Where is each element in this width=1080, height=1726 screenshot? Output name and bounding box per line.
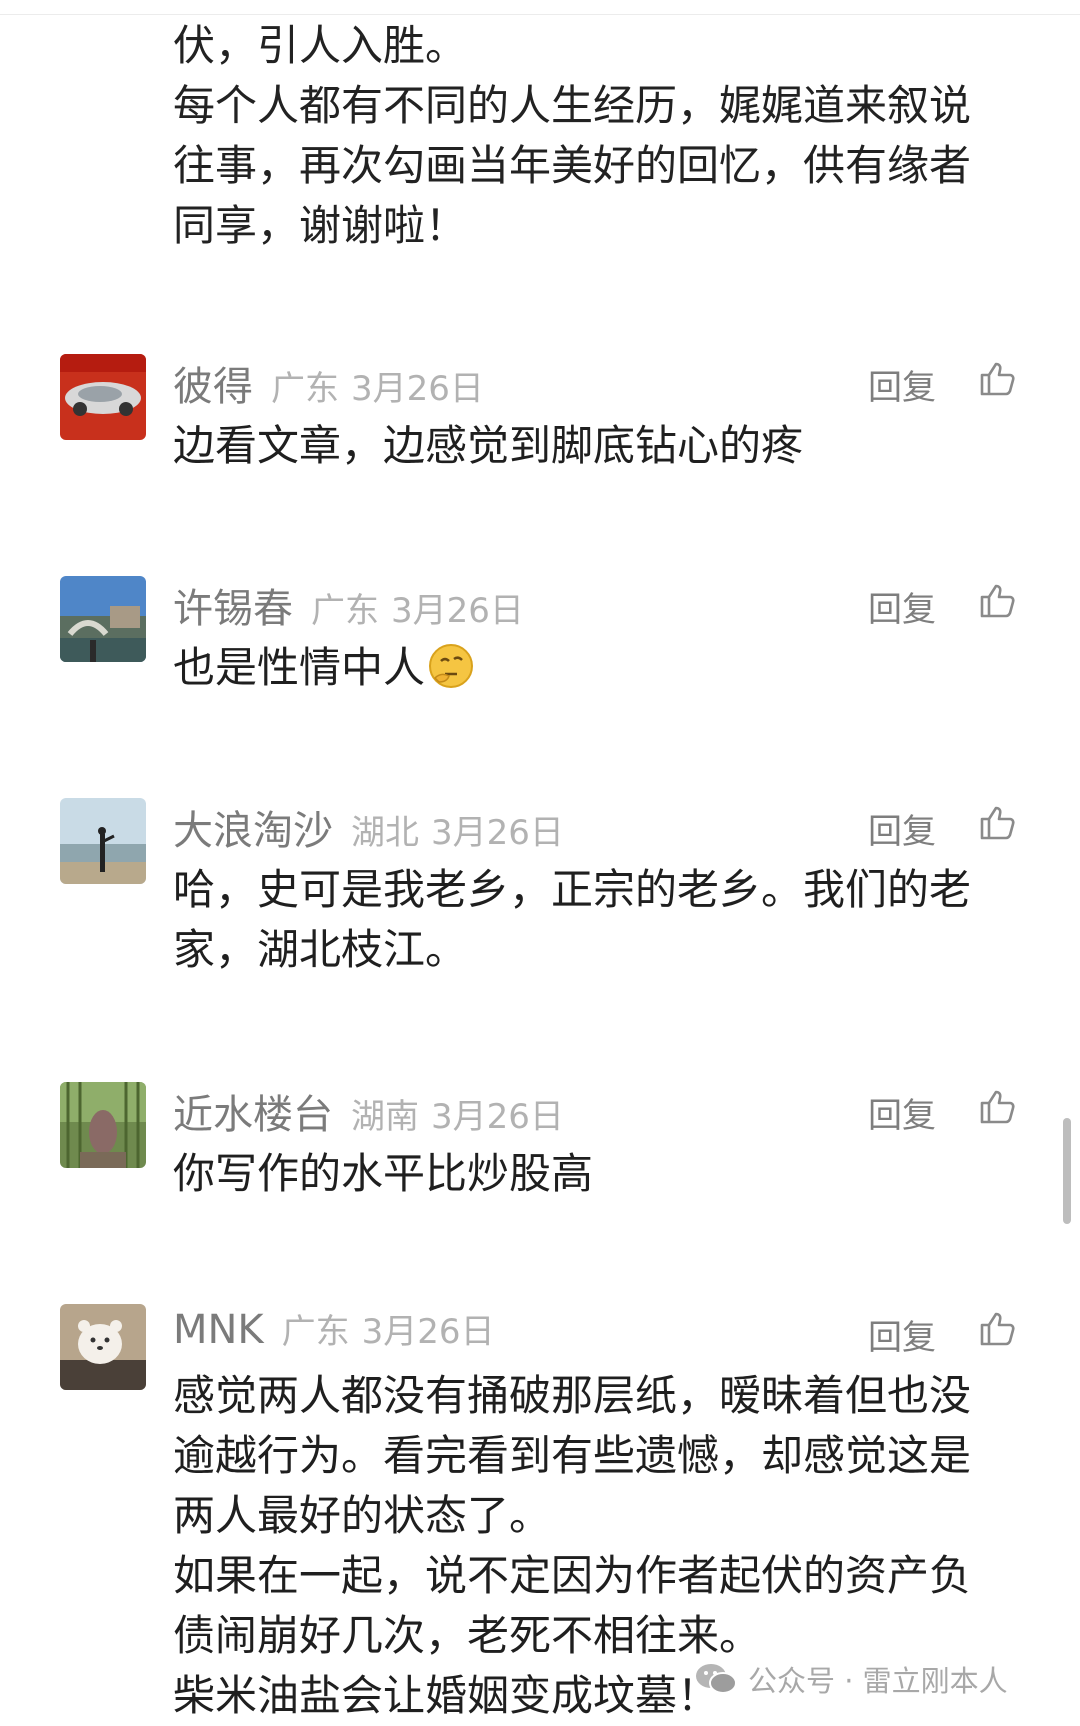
wechat-icon [696,1664,737,1694]
comment-line: 感觉两人都没有捅破那层纸，暧昧着但也没 [173,1371,972,1420]
reply-button[interactable]: 回复 [868,1088,936,1137]
commenter-name[interactable]: 近水楼台 [173,1082,333,1140]
comment-text: 也是性情中人 [173,638,1010,698]
comment-meta: MNK 广东 3月26日 [173,1304,495,1358]
comment-location: 广东 [271,369,339,409]
avatar[interactable] [60,1304,146,1390]
commenter-name[interactable]: 许锡春 [173,576,293,634]
thinking-face-icon [429,644,474,688]
thumbs-up-icon[interactable] [978,802,1018,842]
comment-date: 3月26日 [361,1312,495,1352]
comment-line-text: 也是性情中人 [173,643,426,692]
avatar[interactable] [60,798,146,884]
comment-meta: 大浪淘沙 湖北 3月26日 [173,798,564,854]
comment-line: 家，湖北枝江。 [173,925,468,974]
reply-button[interactable]: 回复 [868,360,936,409]
avatar[interactable] [60,1082,146,1168]
watermark-text: 公众号 · 雷立刚本人 [748,1664,1008,1698]
comment-line: 也是性情中人 [173,638,1010,698]
comment-location: 湖南 [351,1097,419,1137]
avatar[interactable] [60,354,146,440]
comment-line: 哈，史可是我老乡，正宗的老乡。我们的老 [173,865,972,914]
comment-line: 你写作的水平比炒股高 [173,1149,594,1198]
article-line: 每个人都有不同的人生经历，娓娓道来叙说 [173,81,972,130]
comment-text: 边看文章，边感觉到脚底钻心的疼 [173,416,1010,476]
avatar[interactable] [60,576,146,662]
comment-location: 广东 [281,1312,350,1352]
comment-location: 湖北 [351,813,419,853]
top-divider [0,14,1080,15]
reply-button[interactable]: 回复 [868,804,936,853]
commenter-name[interactable]: 彼得 [173,354,253,412]
comment-meta: 许锡春 广东 3月26日 [173,576,524,632]
comment-date: 3月26日 [431,813,564,853]
comment-date: 3月26日 [431,1097,564,1137]
commenter-name[interactable]: 大浪淘沙 [173,798,333,856]
article-line: 往事，再次勾画当年美好的回忆，供有缘者 [173,141,972,190]
comment-date: 3月26日 [391,591,524,631]
comment-line: 逾越行为。看完看到有些遗憾，却感觉这是 [173,1431,972,1480]
comment-line: 债闹崩好几次，老死不相往来。 [173,1611,762,1660]
reply-button[interactable]: 回复 [868,582,936,631]
comment-meta: 彼得 广东 3月26日 [173,354,484,410]
thumbs-up-icon[interactable] [978,358,1018,398]
reply-button[interactable]: 回复 [868,1310,936,1359]
scrollbar-thumb[interactable] [1063,1118,1071,1224]
thumbs-up-icon[interactable] [978,1308,1018,1348]
comment-location: 广东 [311,591,379,631]
article-line: 伏，引人入胜。 [173,21,468,70]
article-text-tail: 伏，引人入胜。 每个人都有不同的人生经历，娓娓道来叙说 往事，再次勾画当年美好的… [173,16,1010,256]
thumbs-up-icon[interactable] [978,580,1018,620]
commenter-name[interactable]: MNK [173,1307,264,1353]
comment-text: 你写作的水平比炒股高 [173,1144,1010,1204]
comment-line: 边看文章，边感觉到脚底钻心的疼 [173,421,804,470]
article-line: 同享，谢谢啦！ [173,201,468,250]
comment-date: 3月26日 [351,369,484,409]
comment-meta: 近水楼台 湖南 3月26日 [173,1082,564,1138]
watermark: 公众号 · 雷立刚本人 [694,1658,1008,1700]
comment-text: 哈，史可是我老乡，正宗的老乡。我们的老 家，湖北枝江。 [173,860,1010,980]
comment-line: 如果在一起，说不定因为作者起伏的资产负 [173,1551,972,1600]
comment-line: 两人最好的状态了。 [173,1491,552,1540]
thumbs-up-icon[interactable] [978,1086,1018,1126]
